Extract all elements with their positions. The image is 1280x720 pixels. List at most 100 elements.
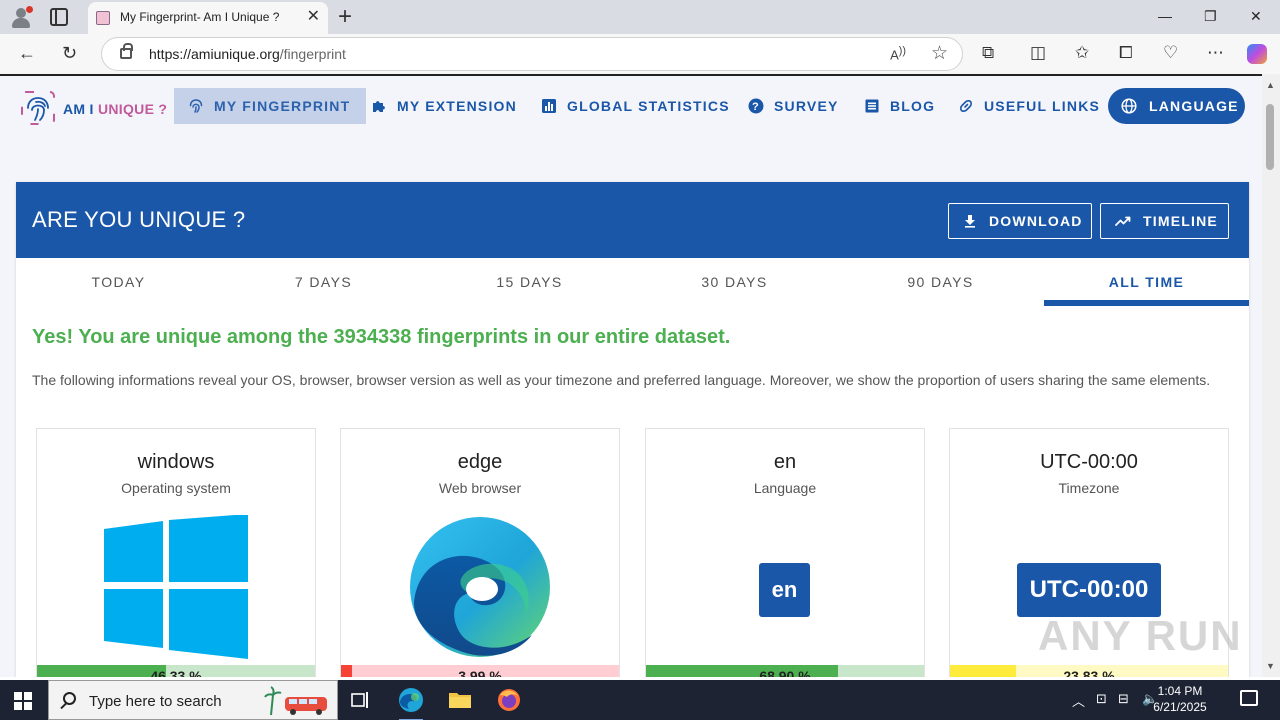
download-label: DOWNLOAD — [989, 213, 1083, 229]
uniqueness-headline: Yes! You are unique among the 3934338 fi… — [32, 326, 731, 348]
copilot-icon[interactable] — [1247, 44, 1267, 64]
blog-icon — [865, 99, 879, 113]
share-percent: 46.33 % — [150, 668, 202, 677]
watermark-text: ANY RUN — [1038, 612, 1243, 659]
profile-icon[interactable] — [8, 5, 34, 29]
nav-label: MY FINGERPRINT — [214, 98, 351, 114]
more-menu-icon[interactable]: ⋯ — [1207, 43, 1224, 63]
share-bar: 46.33 % — [37, 665, 315, 677]
search-placeholder: Type here to search — [89, 693, 222, 710]
clock-time: 1:04 PM — [1157, 684, 1203, 698]
browser-essentials-icon[interactable]: ♡ — [1163, 43, 1178, 63]
language-label: LANGUAGE — [1149, 98, 1239, 114]
tab-today[interactable]: TODAY — [16, 258, 221, 306]
lock-icon[interactable] — [120, 43, 133, 59]
url-text[interactable]: https://amiunique.org/fingerprint — [149, 46, 346, 62]
scroll-down-icon[interactable]: ▼ — [1266, 661, 1275, 671]
taskbar-search-box[interactable]: Type here to search — [48, 680, 338, 720]
attribute-card-browser: edge Web browser 3.99 % — [340, 428, 620, 677]
tab-30-days[interactable]: 30 DAYS — [632, 258, 837, 306]
taskbar-clock[interactable]: 1:04 PM 6/21/2025 — [1140, 683, 1220, 715]
amiunique-logo-icon[interactable] — [20, 90, 56, 126]
attribute-value: windows — [137, 451, 215, 473]
favorite-star-icon[interactable]: ☆ — [931, 42, 948, 65]
tab-15-days[interactable]: 15 DAYS — [427, 258, 632, 306]
language-badge: en — [759, 563, 810, 617]
svg-text:?: ? — [752, 101, 760, 113]
globe-icon — [1121, 98, 1137, 114]
scrollbar-thumb[interactable] — [1266, 104, 1274, 170]
windows-taskbar: Type here to search ︿ ⊡ ⊟ 🔈 1:04 PM 6/21… — [0, 680, 1280, 720]
nav-useful-links[interactable]: USEFUL LINKS — [958, 88, 1100, 124]
attribute-label: Web browser — [438, 480, 522, 496]
edge-taskbar-icon[interactable] — [397, 686, 425, 720]
windows-logo-icon — [104, 515, 248, 659]
uniqueness-description: The following informations reveal your O… — [32, 372, 1211, 388]
scroll-up-icon[interactable]: ▲ — [1266, 80, 1275, 90]
nav-label: BLOG — [890, 98, 936, 114]
language-button[interactable]: LANGUAGE — [1108, 88, 1245, 124]
back-icon[interactable]: ← — [18, 42, 36, 64]
attribute-value: en — [773, 451, 797, 473]
attribute-card-language: en Language en 68.90 % — [645, 428, 925, 677]
windows-start-icon[interactable] — [14, 692, 32, 710]
split-screen-icon[interactable]: ◫ — [1030, 43, 1046, 63]
firefox-icon[interactable] — [495, 686, 523, 714]
edge-logo-icon — [410, 517, 550, 657]
share-percent: 3.99 % — [458, 668, 502, 677]
page-viewport: AM I UNIQUE ? MY FINGERPRINT MY EXTENSIO… — [0, 74, 1262, 677]
task-view-icon[interactable] — [346, 686, 374, 714]
fingerprint-icon — [189, 99, 203, 113]
collections-icon[interactable]: ⧠ — [1119, 43, 1133, 63]
file-explorer-icon[interactable] — [446, 686, 474, 714]
attribute-card-os: windows Operating system 46.33 % — [36, 428, 316, 677]
window-close-icon[interactable]: ✕ — [1250, 6, 1262, 26]
network-icon[interactable]: ⊟ — [1118, 691, 1129, 707]
address-bar[interactable]: https://amiunique.org/fingerprint A)) ☆ — [101, 37, 963, 71]
refresh-icon[interactable]: ↻ — [62, 42, 77, 64]
site-favicon-icon — [96, 11, 110, 25]
new-tab-icon[interactable]: + — [338, 4, 352, 30]
tray-device-icon[interactable]: ⊡ — [1096, 691, 1107, 707]
time-range-tabs: TODAY 7 DAYS 15 DAYS 30 DAYS 90 DAYS ALL… — [16, 258, 1249, 306]
notifications-icon[interactable] — [1240, 690, 1258, 706]
tab-7-days[interactable]: 7 DAYS — [221, 258, 426, 306]
nav-label: MY EXTENSION — [397, 98, 517, 114]
help-circle-icon: ? — [748, 98, 764, 114]
puzzle-icon — [373, 101, 385, 112]
tab-close-icon[interactable]: ✕ — [307, 7, 320, 27]
nav-label: GLOBAL STATISTICS — [567, 98, 730, 114]
site-logo-text[interactable]: AM I UNIQUE ? — [63, 101, 167, 117]
nav-label: USEFUL LINKS — [984, 98, 1101, 114]
read-aloud-icon[interactable]: A)) — [890, 45, 906, 62]
search-highlight-illustration-icon — [264, 686, 327, 716]
tab-actions-icon[interactable] — [50, 8, 68, 26]
tab-all-time[interactable]: ALL TIME — [1044, 258, 1249, 306]
nav-my-fingerprint[interactable]: MY FINGERPRINT — [174, 88, 367, 124]
clock-date: 6/21/2025 — [1153, 700, 1207, 714]
extensions-icon[interactable]: ⧉ — [982, 43, 994, 63]
card-header: ARE YOU UNIQUE ? DOWNLOAD TIMELINE — [16, 182, 1249, 258]
nav-global-statistics[interactable]: GLOBAL STATISTICS — [541, 88, 730, 124]
minimize-icon[interactable]: — — [1158, 6, 1172, 26]
search-icon — [63, 692, 76, 705]
restore-icon[interactable]: ❐ — [1204, 6, 1217, 26]
nav-my-extension[interactable]: MY EXTENSION — [371, 88, 517, 124]
browser-tab[interactable]: My Fingerprint- Am I Unique ? ✕ — [88, 2, 328, 34]
share-bar: 68.90 % — [646, 665, 924, 677]
attribute-label: Language — [753, 480, 817, 496]
tab-90-days[interactable]: 90 DAYS — [838, 258, 1043, 306]
page-scrollbar[interactable]: ▲ ▼ — [1262, 74, 1280, 677]
nav-blog[interactable]: BLOG — [864, 88, 935, 124]
attribute-value: edge — [457, 451, 503, 473]
download-button[interactable]: DOWNLOAD — [948, 203, 1092, 239]
link-icon — [960, 100, 972, 112]
nav-label: SURVEY — [774, 98, 839, 114]
attribute-value: UTC-00:00 — [1040, 451, 1138, 473]
tray-chevron-icon[interactable]: ︿ — [1072, 691, 1085, 710]
favorites-icon[interactable]: ✩ — [1075, 43, 1089, 63]
nav-survey[interactable]: ? SURVEY — [748, 88, 839, 124]
share-bar: 3.99 % — [341, 665, 619, 677]
timeline-button[interactable]: TIMELINE — [1100, 203, 1229, 239]
download-icon — [965, 215, 975, 228]
